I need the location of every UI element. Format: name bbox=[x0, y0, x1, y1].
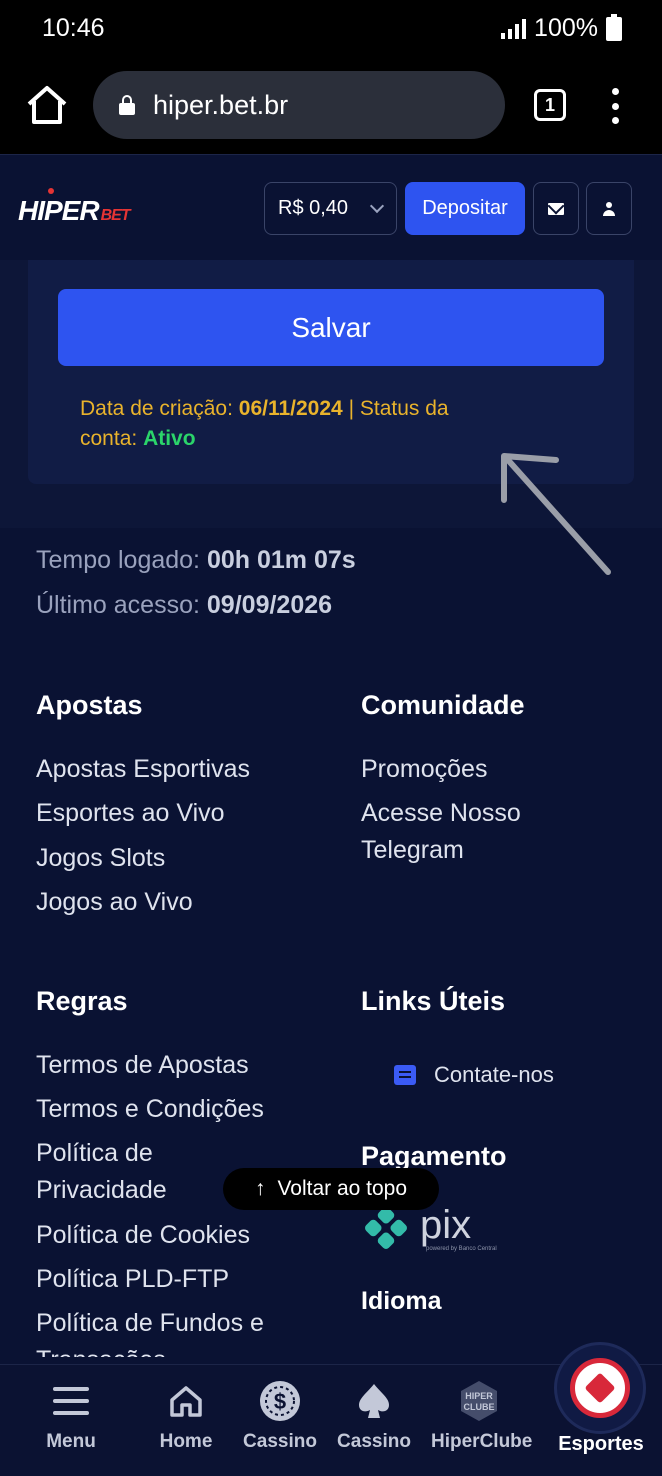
comunidade-title: Comunidade bbox=[361, 690, 525, 720]
hiperclube-icon: HIPER CLUBE bbox=[431, 1377, 527, 1425]
last-access: Último acesso: 09/09/2026 bbox=[36, 591, 333, 619]
link-politica-fundos[interactable]: Política de Fundos eTransações bbox=[36, 1305, 264, 1357]
link-termos-apostas[interactable]: Termos de Apostas bbox=[36, 1047, 249, 1084]
mail-icon bbox=[548, 202, 564, 215]
arrow-annotation bbox=[501, 453, 611, 575]
tab-switcher-button[interactable]: 1 bbox=[534, 89, 566, 121]
coin-icon: $ bbox=[232, 1377, 328, 1425]
link-apostas-esportivas[interactable]: Apostas Esportivas bbox=[36, 751, 250, 788]
status-badge: Ativo bbox=[143, 427, 196, 450]
back-to-top-button[interactable]: ↑ Voltar ao topo bbox=[223, 1168, 439, 1210]
link-politica-pld-ftp[interactable]: Política PLD-FTP bbox=[36, 1261, 229, 1298]
soccer-ball-icon bbox=[570, 1358, 630, 1418]
spade-icon bbox=[326, 1377, 422, 1425]
deposit-button[interactable]: Depositar bbox=[405, 182, 525, 235]
link-telegram[interactable]: Acesse Nosso Telegram bbox=[361, 795, 521, 869]
status-time: 10:46 bbox=[42, 14, 105, 42]
balance-value: R$ 0,40 bbox=[278, 197, 349, 219]
nav-esportes-label[interactable]: Esportes bbox=[553, 1433, 649, 1456]
browser-toolbar: hiper.bet.br 1 bbox=[0, 58, 662, 154]
browser-home-icon[interactable] bbox=[24, 82, 70, 128]
message-icon bbox=[394, 1065, 416, 1085]
signal-icon bbox=[501, 18, 527, 39]
chevron-down-icon bbox=[369, 198, 385, 214]
link-jogos-ao-vivo[interactable]: Jogos ao Vivo bbox=[36, 884, 193, 921]
more-options-icon[interactable] bbox=[608, 88, 622, 124]
svg-text:CLUBE: CLUBE bbox=[464, 1402, 495, 1412]
account-info: Data de criação: 06/11/2024 | Status da … bbox=[80, 397, 449, 450]
nav-menu[interactable]: Menu bbox=[23, 1377, 119, 1453]
regras-title: Regras bbox=[36, 986, 128, 1016]
apostas-title: Apostas bbox=[36, 690, 143, 720]
contact-link[interactable]: Contate-nos bbox=[394, 1062, 554, 1088]
link-esportes-ao-vivo[interactable]: Esportes ao Vivo bbox=[36, 795, 225, 832]
link-politica-privacidade[interactable]: Política de Privacidade bbox=[36, 1135, 167, 1209]
balance-dropdown[interactable]: R$ 0,40 bbox=[264, 182, 397, 235]
home-icon bbox=[138, 1377, 234, 1425]
idioma-title: Idioma bbox=[361, 1287, 442, 1315]
links-uteis-title: Links Úteis bbox=[361, 986, 506, 1016]
battery-percent: 100% bbox=[534, 14, 598, 42]
svg-text:$: $ bbox=[274, 1389, 286, 1414]
svg-text:HIPER: HIPER bbox=[465, 1391, 493, 1401]
nav-esportes[interactable] bbox=[554, 1342, 646, 1434]
user-icon bbox=[602, 201, 616, 216]
hiperbet-logo[interactable]: HIPER BET bbox=[18, 188, 131, 227]
lock-icon bbox=[119, 95, 135, 115]
nav-hiperclube[interactable]: HIPER CLUBE HiperClube bbox=[431, 1377, 532, 1453]
svg-text:powered by Banco Central: powered by Banco Central bbox=[426, 1246, 497, 1252]
link-jogos-slots[interactable]: Jogos Slots bbox=[36, 840, 165, 877]
status-bar: 10:46 100% bbox=[0, 0, 662, 58]
creation-date: 06/11/2024 bbox=[238, 397, 343, 420]
nav-cassino-spade[interactable]: Cassino bbox=[326, 1377, 422, 1453]
hamburger-icon bbox=[23, 1377, 119, 1425]
address-bar[interactable]: hiper.bet.br bbox=[93, 71, 505, 139]
messages-button[interactable] bbox=[533, 182, 579, 235]
save-button[interactable]: Salvar bbox=[58, 289, 604, 366]
link-promocoes[interactable]: Promoções bbox=[361, 751, 487, 788]
nav-cassino-coin[interactable]: $ Cassino bbox=[232, 1377, 328, 1453]
link-termos-condicoes[interactable]: Termos e Condições bbox=[36, 1091, 264, 1128]
site-header: HIPER BET R$ 0,40 Depositar bbox=[0, 154, 662, 260]
session-time: Tempo logado: 00h 01m 07s bbox=[36, 546, 356, 574]
status-right: 100% bbox=[501, 13, 622, 43]
svg-text:pix: pix bbox=[420, 1203, 471, 1247]
arrow-up-icon: ↑ bbox=[254, 1177, 266, 1200]
url-text: hiper.bet.br bbox=[153, 89, 289, 120]
link-politica-cookies[interactable]: Política de Cookies bbox=[36, 1217, 250, 1254]
profile-button[interactable] bbox=[586, 182, 632, 235]
nav-home[interactable]: Home bbox=[138, 1377, 234, 1453]
battery-icon bbox=[606, 13, 622, 41]
